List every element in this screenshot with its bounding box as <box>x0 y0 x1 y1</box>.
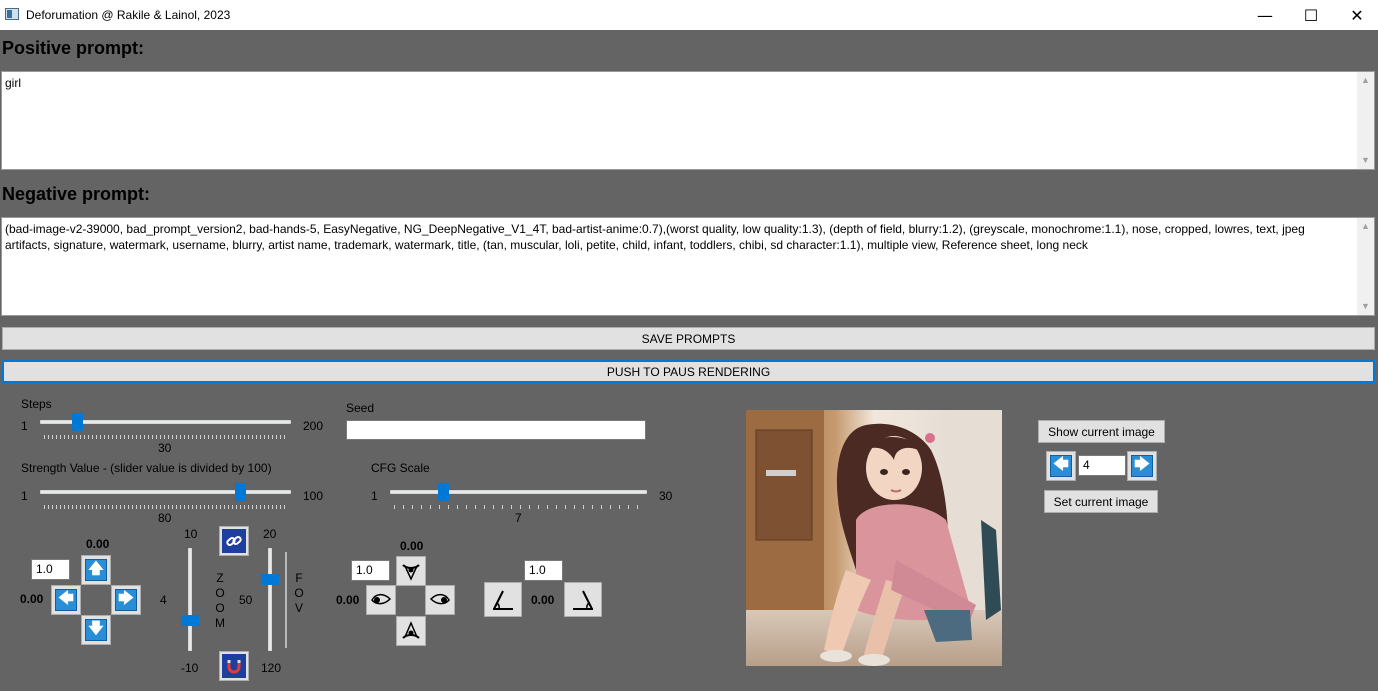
strength-slider-track[interactable] <box>40 490 291 494</box>
cfg-ticks <box>394 505 643 509</box>
positive-prompt-scrollbar[interactable]: ▲ ▼ <box>1357 72 1374 169</box>
negative-prompt-scrollbar[interactable]: ▲ ▼ <box>1357 218 1374 315</box>
tilt-value: 0.00 <box>531 593 555 607</box>
seed-input[interactable] <box>346 420 646 440</box>
tilt-right-button[interactable] <box>564 582 602 617</box>
strength-max: 100 <box>303 489 324 503</box>
zoom-slider-thumb[interactable] <box>181 615 199 627</box>
scroll-up-icon[interactable]: ▲ <box>1357 72 1374 89</box>
scroll-down-icon[interactable]: ▼ <box>1357 152 1374 169</box>
arrow-right-icon: 🡆 <box>115 589 137 611</box>
app-icon <box>5 8 19 20</box>
magnet-icon <box>222 654 246 678</box>
pan-up-button[interactable]: 🡅 <box>81 555 111 585</box>
fov-slider-track[interactable] <box>268 548 272 651</box>
zoom-bottom-label: -10 <box>181 661 199 675</box>
steps-value: 30 <box>158 441 172 455</box>
seed-label: Seed <box>346 401 375 415</box>
steps-ticks <box>44 435 287 439</box>
pause-rendering-button[interactable]: PUSH TO PAUS RENDERING <box>2 360 1375 383</box>
cfg-slider-thumb[interactable] <box>438 483 450 501</box>
rotate-down-button[interactable] <box>396 616 426 646</box>
pan-left-button[interactable]: 🡄 <box>51 585 81 615</box>
link-icon <box>222 529 246 553</box>
strength-min: 1 <box>21 489 28 503</box>
image-index-input[interactable]: 4 <box>1078 455 1126 476</box>
rotate-right-button[interactable] <box>425 585 455 615</box>
zoom-label: ZOOM <box>215 571 225 630</box>
pan-down-button[interactable]: 🡇 <box>81 615 111 645</box>
positive-prompt-text: girl <box>5 76 22 90</box>
zoom-slider-track[interactable] <box>188 548 192 651</box>
steps-label: Steps <box>21 397 52 411</box>
maximize-button[interactable]: ☐ <box>1288 0 1334 30</box>
pan-x-value: 0.00 <box>20 592 44 606</box>
strength-label: Strength Value - (slider value is divide… <box>21 461 272 475</box>
set-current-image-button[interactable]: Set current image <box>1044 490 1158 513</box>
eye-left-icon <box>371 593 392 605</box>
pan-right-button[interactable]: 🡆 <box>111 585 141 615</box>
fov-top-label: 20 <box>263 527 277 541</box>
positive-prompt-heading: Positive prompt: <box>2 38 145 58</box>
tilt-step-input[interactable]: 1.0 <box>524 560 563 581</box>
image-prev-button[interactable]: 🡄 <box>1046 451 1076 481</box>
negative-prompt-input[interactable]: (bad-image-v2-39000, bad_prompt_version2… <box>1 217 1375 316</box>
rotation-y-value: 0.00 <box>400 539 424 553</box>
preview-image <box>746 410 1002 666</box>
rotation-step-input[interactable]: 1.0 <box>351 560 390 581</box>
eye-up-icon <box>402 564 420 581</box>
image-next-button[interactable]: 🡆 <box>1127 451 1157 481</box>
zoom-top-label: 10 <box>184 527 198 541</box>
tilt-right-icon <box>573 590 593 610</box>
rotation-x-value: 0.00 <box>336 593 360 607</box>
eye-right-icon <box>429 593 450 605</box>
arrow-up-icon: 🡅 <box>85 559 107 581</box>
arrow-left-icon: 🡄 <box>55 589 77 611</box>
cfg-slider-track[interactable] <box>390 490 647 494</box>
strength-value: 80 <box>158 511 172 525</box>
fov-ticks <box>285 552 287 648</box>
save-prompts-button[interactable]: SAVE PROMPTS <box>2 327 1375 350</box>
arrow-right-icon: 🡆 <box>1131 455 1153 477</box>
minimize-button[interactable]: — <box>1242 0 1288 30</box>
rotate-left-button[interactable] <box>366 585 396 615</box>
fov-bottom-label: 120 <box>261 661 282 675</box>
scroll-up-icon[interactable]: ▲ <box>1357 218 1374 235</box>
pan-y-value: 0.00 <box>86 537 110 551</box>
window-title: Deforumation @ Rakile & Lainol, 2023 <box>26 8 231 22</box>
eye-down-icon <box>402 621 420 639</box>
positive-prompt-input[interactable]: girl ▲ ▼ <box>1 71 1375 170</box>
cfg-max: 30 <box>659 489 673 503</box>
cfg-label: CFG Scale <box>371 461 430 475</box>
strength-ticks <box>44 505 287 509</box>
steps-slider-thumb[interactable] <box>71 413 83 431</box>
pan-step-input[interactable]: 1.0 <box>31 559 70 580</box>
show-current-image-button[interactable]: Show current image <box>1038 420 1165 443</box>
cfg-min: 1 <box>371 489 378 503</box>
strength-slider-thumb[interactable] <box>235 483 247 501</box>
arrow-left-icon: 🡄 <box>1050 455 1072 477</box>
rotate-up-button[interactable] <box>396 556 426 586</box>
steps-max: 200 <box>303 419 324 433</box>
tilt-left-icon <box>493 590 513 610</box>
fov-slider-thumb[interactable] <box>261 573 279 585</box>
negative-prompt-text: (bad-image-v2-39000, bad_prompt_version2… <box>5 222 1305 252</box>
close-button[interactable]: ✕ <box>1334 0 1378 30</box>
scroll-down-icon[interactable]: ▼ <box>1357 298 1374 315</box>
cfg-value: 7 <box>515 511 522 525</box>
negative-prompt-heading: Negative prompt: <box>2 184 151 204</box>
fov-value: 50 <box>239 593 253 607</box>
zoom-link-button[interactable] <box>219 526 249 556</box>
arrow-down-icon: 🡇 <box>85 619 107 641</box>
fov-label: FOV <box>294 571 304 615</box>
steps-min: 1 <box>21 419 28 433</box>
zoom-value: 4 <box>160 593 167 607</box>
tilt-left-button[interactable] <box>484 582 522 617</box>
zoom-magnet-button[interactable] <box>219 651 249 681</box>
